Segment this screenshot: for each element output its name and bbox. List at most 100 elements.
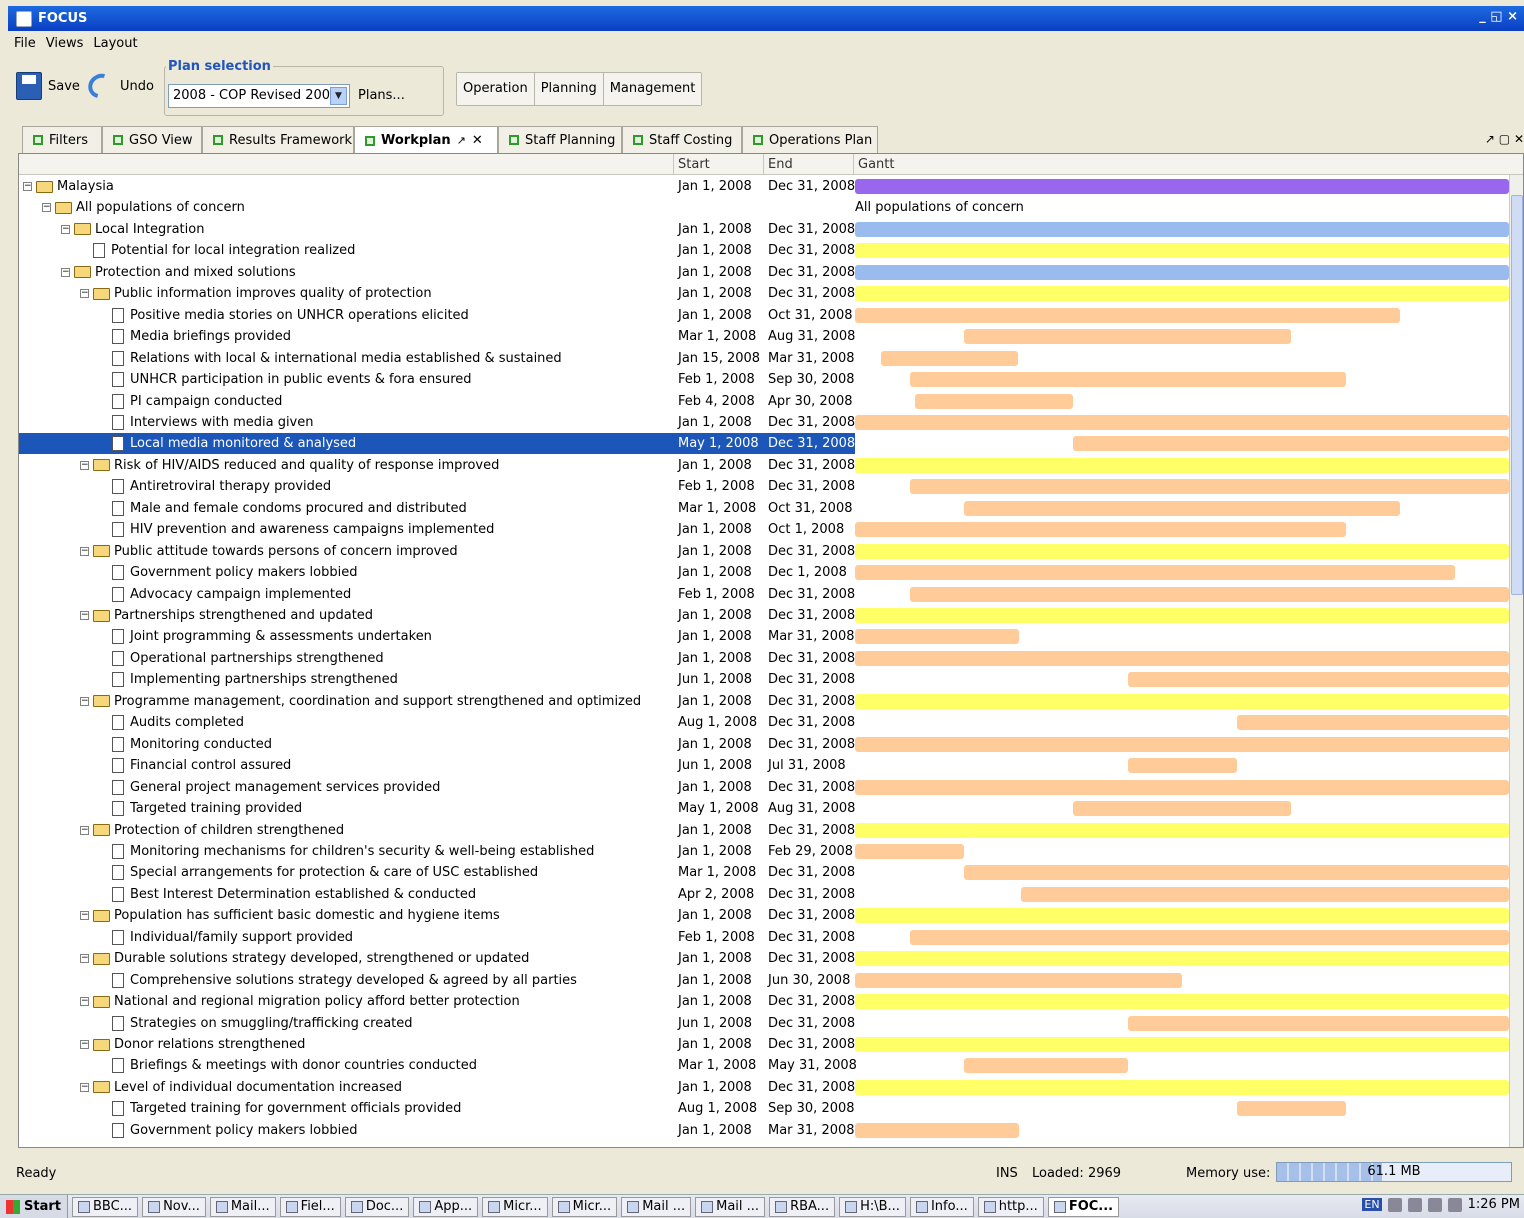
detach-tab-icon[interactable]: ↗ [457, 134, 466, 147]
start-date[interactable]: Jan 1, 2008 [675, 262, 765, 283]
vertical-scrollbar[interactable] [1509, 175, 1523, 1147]
taskbar-button[interactable]: BBC... [71, 1196, 139, 1217]
start-date[interactable]: Jan 15, 2008 [675, 348, 765, 369]
end-date[interactable]: Feb 29, 2008 [765, 841, 855, 862]
table-row[interactable]: − Risk of HIV/AIDS reduced and quality of… [19, 455, 1509, 477]
gantt-bar[interactable] [880, 350, 1019, 366]
gantt-bar[interactable] [855, 650, 1509, 666]
start-date[interactable]: May 1, 2008 [675, 798, 765, 819]
gantt-bar[interactable] [1127, 1015, 1509, 1031]
scrollbar-thumb[interactable] [1511, 195, 1523, 595]
tree-cell[interactable]: − Protection of children strengthened [19, 820, 675, 841]
table-row[interactable]: − Protection and mixed solutions Jan 1, 20… [19, 262, 1509, 284]
collapse-toggle-icon[interactable]: − [80, 289, 89, 299]
table-row[interactable]: − Public information improves quality of … [19, 283, 1509, 305]
table-row[interactable]: Media briefings provided Mar 1, 2008 Aug 3… [19, 326, 1509, 348]
tree-cell[interactable]: Relations with local & international med… [19, 348, 675, 369]
gantt-bar[interactable] [964, 1058, 1128, 1074]
tree-cell[interactable]: − Programme management, coordination and … [19, 691, 675, 712]
column-end[interactable]: End [763, 154, 853, 175]
end-date[interactable]: Dec 31, 2008 [765, 927, 855, 948]
gantt-bar[interactable] [1073, 801, 1291, 817]
undo-button[interactable]: Undo [83, 69, 154, 103]
tree-cell[interactable]: Audits completed [19, 712, 675, 733]
start-date[interactable]: Feb 1, 2008 [675, 584, 765, 605]
tray-icon[interactable] [1407, 1197, 1422, 1212]
start-date[interactable]: Apr 2, 2008 [675, 884, 765, 905]
gantt-bar[interactable] [855, 264, 1509, 280]
start-date[interactable]: Feb 4, 2008 [675, 391, 765, 412]
taskbar-button[interactable]: Nov... [142, 1196, 206, 1217]
start-date[interactable]: Jan 1, 2008 [675, 948, 765, 969]
gantt-bar[interactable] [855, 629, 1019, 645]
tree-cell[interactable]: Monitoring mechanisms for children's sec… [19, 841, 675, 862]
collapse-toggle-icon[interactable]: − [80, 825, 89, 835]
collapse-toggle-icon[interactable]: − [80, 546, 89, 556]
tree-cell[interactable]: − Protection and mixed solutions [19, 262, 675, 283]
start-date[interactable]: Mar 1, 2008 [675, 1055, 765, 1076]
gantt-bar[interactable] [855, 951, 1509, 967]
start-date[interactable]: Jan 1, 2008 [675, 283, 765, 304]
collapse-toggle-icon[interactable]: − [80, 1040, 89, 1049]
table-row[interactable]: UNHCR participation in public events & f… [19, 369, 1509, 391]
start-date[interactable]: Mar 1, 2008 [675, 862, 765, 883]
end-date[interactable]: Jul 31, 2008 [765, 755, 855, 776]
collapse-toggle-icon[interactable]: − [80, 611, 89, 620]
collapse-toggle-icon[interactable]: − [61, 267, 70, 277]
tree-cell[interactable]: − All populations of concern [19, 197, 675, 218]
end-date[interactable]: Dec 31, 2008 [765, 262, 855, 283]
end-date[interactable]: Dec 31, 2008 [765, 648, 855, 669]
gantt-bar[interactable] [855, 994, 1509, 1010]
start-date[interactable]: May 1, 2008 [675, 433, 765, 455]
taskbar-button[interactable]: H:\B... [839, 1196, 906, 1217]
tree-cell[interactable]: − Donor relations strengthened [19, 1034, 675, 1055]
start-date[interactable]: Jan 1, 2008 [675, 1077, 765, 1098]
tab-staff-planning[interactable]: Staff Planning [498, 126, 622, 153]
tray-icon[interactable] [1427, 1197, 1442, 1212]
table-row[interactable]: Interviews with media given Jan 1, 2008 De… [19, 412, 1509, 434]
table-row[interactable]: HIV prevention and awareness campaigns i… [19, 519, 1509, 541]
tree-cell[interactable]: Implementing partnerships strengthened [19, 669, 675, 690]
table-row[interactable]: Monitoring mechanisms for children's sec… [19, 841, 1509, 863]
tree-cell[interactable]: Advocacy campaign implemented [19, 584, 675, 605]
table-row[interactable]: Best Interest Determination established … [19, 884, 1509, 906]
gantt-bar[interactable] [909, 372, 1346, 388]
table-row[interactable]: − Durable solutions strategy developed, s… [19, 948, 1509, 970]
tree-cell[interactable]: Government policy makers lobbied [19, 1120, 675, 1141]
table-row[interactable]: − Programme management, coordination and … [19, 691, 1509, 713]
gantt-bar[interactable] [855, 457, 1509, 473]
tab-workplan[interactable]: Workplan ↗ ✕ [354, 126, 498, 154]
table-row[interactable]: General project management services prov… [19, 777, 1509, 799]
end-date[interactable]: Dec 31, 2008 [765, 1077, 855, 1098]
save-button[interactable]: Save [16, 72, 80, 100]
table-row[interactable]: Special arrangements for protection & ca… [19, 862, 1509, 884]
gantt-bar[interactable] [855, 843, 964, 859]
gantt-bar[interactable] [855, 179, 1509, 194]
gantt-bar[interactable] [1021, 886, 1509, 902]
collapse-toggle-icon[interactable]: − [80, 911, 89, 921]
start-date[interactable]: Jan 1, 2008 [675, 991, 765, 1012]
planning-button[interactable]: Planning [534, 73, 604, 105]
start-date[interactable] [675, 197, 765, 218]
tree-cell[interactable]: Targeted training for government officia… [19, 1098, 675, 1119]
table-row[interactable]: − National and regional migration policy … [19, 991, 1509, 1013]
start-date[interactable]: Jan 1, 2008 [675, 305, 765, 326]
end-date[interactable]: Mar 31, 2008 [765, 348, 855, 369]
end-date[interactable]: Dec 31, 2008 [765, 433, 855, 455]
end-date[interactable]: Dec 31, 2008 [765, 777, 855, 798]
start-date[interactable]: Feb 1, 2008 [675, 927, 765, 948]
end-date[interactable]: Dec 31, 2008 [765, 669, 855, 690]
tree-cell[interactable]: Operational partnerships strengthened [19, 648, 675, 669]
tree-cell[interactable]: General project management services prov… [19, 777, 675, 798]
gantt-bar[interactable] [855, 779, 1509, 795]
gantt-bar[interactable] [1127, 758, 1237, 774]
start-date[interactable]: Jan 1, 2008 [675, 541, 765, 562]
panel-controls[interactable]: ↗ ▢ ✕ [1485, 132, 1524, 146]
start-date[interactable]: Jan 1, 2008 [675, 455, 765, 476]
start-date[interactable]: Jan 1, 2008 [675, 240, 765, 261]
end-date[interactable]: Oct 31, 2008 [765, 305, 855, 326]
table-row[interactable]: Potential for local integration realized… [19, 240, 1509, 262]
end-date[interactable]: Dec 31, 2008 [765, 283, 855, 304]
taskbar-button[interactable]: App... [413, 1196, 479, 1217]
taskbar-button[interactable]: Mail... [209, 1196, 276, 1217]
